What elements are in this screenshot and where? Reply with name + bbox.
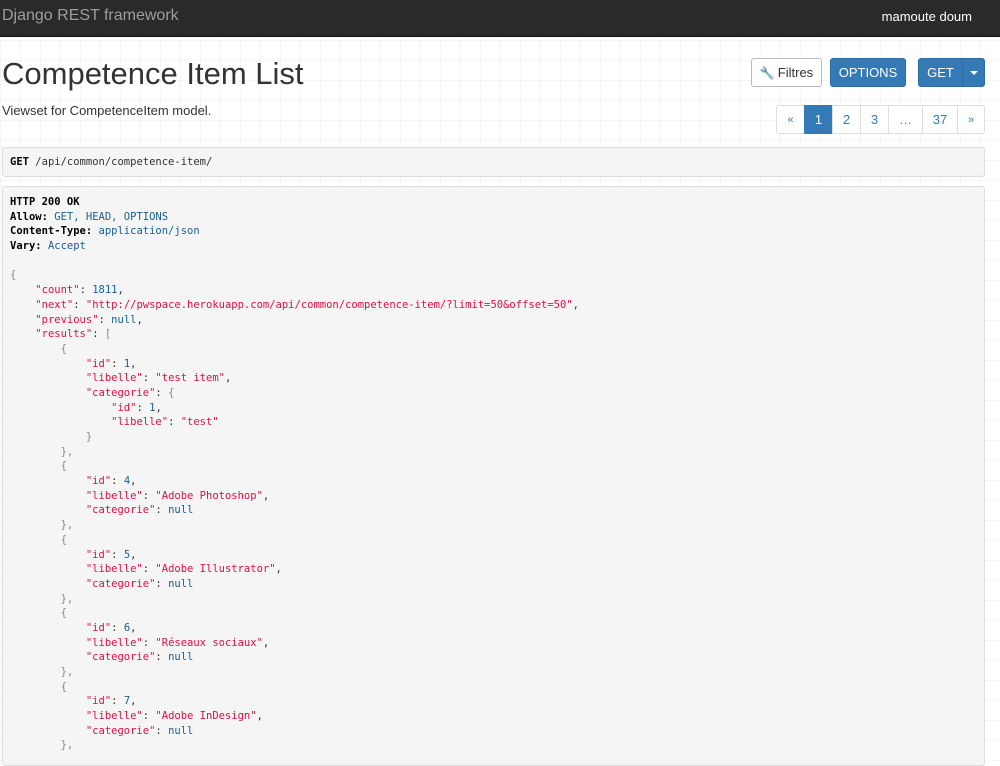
- header-value: application/json: [98, 225, 200, 238]
- json-count-value: 1811: [92, 284, 118, 297]
- navbar: Django REST framework mamoute doum: [0, 0, 1000, 37]
- json-libelle-value: "test item": [155, 372, 225, 385]
- response-status: HTTP 200 OK: [10, 196, 80, 208]
- json-next-value[interactable]: "http://pwspace.herokuapp.com/api/common…: [86, 299, 573, 311]
- json-id-value: 1: [123, 357, 131, 370]
- filters-button[interactable]: 🔧 Filtres: [751, 58, 822, 87]
- header-name: Content-Type:: [10, 225, 93, 238]
- json-id-value: 6: [123, 621, 131, 634]
- request-info: GET /api/common/competence-item/: [2, 147, 985, 177]
- json-categorie-value: null: [168, 651, 194, 664]
- request-method: GET: [10, 156, 29, 168]
- json-previous-value: null: [111, 313, 137, 326]
- options-button[interactable]: OPTIONS: [830, 58, 906, 87]
- json-id-value: 1: [149, 401, 156, 414]
- json-categorie-value: null: [168, 577, 194, 590]
- pagination-prev[interactable]: «: [776, 105, 805, 134]
- header-name: Allow:: [10, 210, 48, 223]
- caret-down-icon: [969, 70, 978, 75]
- pagination: « 1 2 3 … 37 »: [776, 105, 985, 134]
- pagination-page-2[interactable]: 2: [832, 105, 861, 134]
- json-categorie-value: null: [168, 724, 194, 737]
- json-id-value: 7: [123, 695, 131, 708]
- page-description: Viewset for CompetenceItem model.: [2, 103, 212, 118]
- json-libelle-value: "test": [180, 416, 219, 429]
- get-format-dropdown-toggle[interactable]: [962, 58, 985, 87]
- header-value: Accept: [47, 240, 86, 253]
- pagination-page-1[interactable]: 1: [804, 105, 833, 134]
- json-libelle-value: "Réseaux sociaux": [155, 636, 263, 649]
- header-name: Vary:: [10, 240, 42, 253]
- json-libelle-value: "Adobe Illustrator": [155, 563, 276, 576]
- filters-button-label: Filtres: [777, 65, 814, 80]
- pagination-page-last[interactable]: 37: [922, 105, 958, 134]
- json-libelle-value: "Adobe Photoshop": [155, 489, 263, 502]
- json-libelle-value: "Adobe InDesign": [155, 710, 257, 723]
- user-menu[interactable]: mamoute doum: [882, 9, 972, 24]
- pagination-page-3[interactable]: 3: [860, 105, 889, 134]
- header-value: GET, HEAD, OPTIONS: [54, 210, 169, 223]
- json-id-value: 5: [123, 548, 131, 561]
- response-info: HTTP 200 OK Allow: GET, HEAD, OPTIONS Co…: [2, 186, 985, 766]
- pagination-next[interactable]: »: [957, 105, 985, 134]
- page-title: Competence Item List: [2, 56, 304, 91]
- json-id-value: 4: [123, 475, 131, 488]
- wrench-icon: 🔧: [759, 65, 775, 80]
- request-path: /api/common/competence-item/: [35, 156, 213, 168]
- json-categorie-value: null: [168, 504, 194, 517]
- pagination-ellipsis: …: [888, 105, 923, 134]
- get-button[interactable]: GET: [918, 58, 963, 87]
- brand-link[interactable]: Django REST framework: [2, 7, 179, 25]
